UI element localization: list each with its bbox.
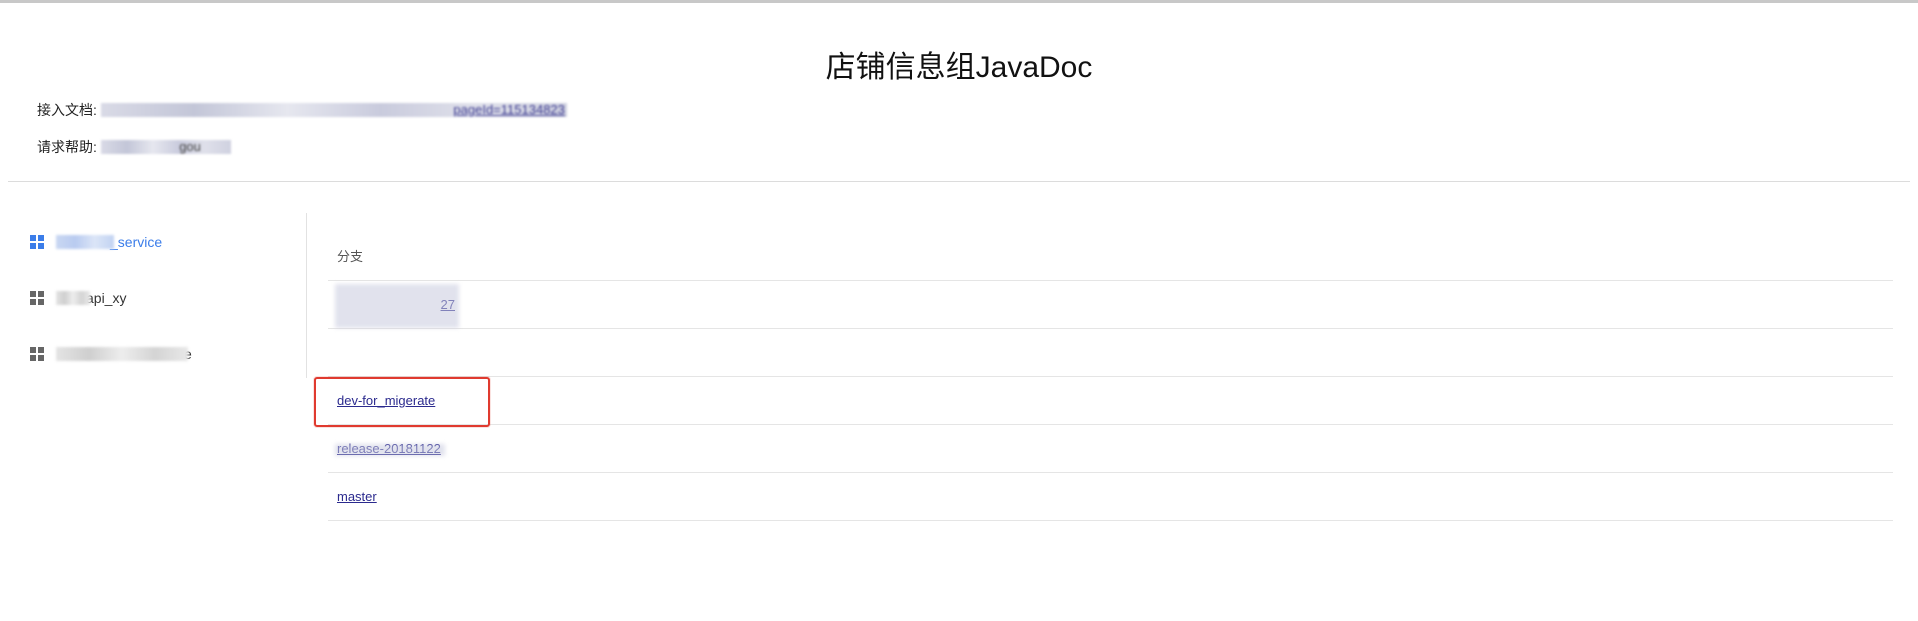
sidebar-item-service[interactable]: _service <box>30 234 162 250</box>
sidebar-item-redacted <box>56 291 90 305</box>
grid-icon <box>30 235 44 249</box>
sidebar-item-label: _service <box>110 234 163 250</box>
help-contact: gou <box>100 139 231 154</box>
help-contact-suffix: gou <box>179 139 201 154</box>
table-row: 27 <box>328 281 1893 329</box>
table-row: dev-for_migerate <box>328 377 1893 425</box>
branch-header: 分支 <box>328 233 1893 281</box>
branch-link[interactable]: release-20181122 <box>337 441 441 456</box>
window-top-border <box>0 0 1918 3</box>
table-row <box>328 329 1893 377</box>
branch-link-master[interactable]: master <box>337 489 377 504</box>
doc-label: 接入文档: <box>37 102 97 118</box>
grid-icon <box>30 291 44 305</box>
table-row: master <box>328 473 1893 521</box>
doc-link-suffix: pageId=115134823 <box>453 102 565 117</box>
doc-link[interactable]: pageId=115134823 <box>100 102 567 117</box>
branch-table: 分支 27 dev-for_migerate release-20181122 … <box>328 233 1893 521</box>
doc-info-row: 接入文档: pageId=115134823 <box>37 100 567 120</box>
sidebar-item-redacted <box>56 347 188 361</box>
page-title: 店铺信息组JavaDoc <box>825 51 1093 85</box>
header-divider <box>8 181 1910 182</box>
sidebar-item-redacted <box>56 235 114 249</box>
branch-link[interactable]: 27 <box>337 281 455 328</box>
sidebar-item-third[interactable]: e <box>30 346 192 362</box>
branch-link-dev-for-migerate[interactable]: dev-for_migerate <box>337 393 435 408</box>
grid-icon <box>30 347 44 361</box>
sidebar-item-api[interactable]: api_xy <box>30 290 126 306</box>
sidebar-item-label: api_xy <box>86 290 127 306</box>
table-row: release-20181122 <box>328 425 1893 473</box>
help-label: 请求帮助: <box>37 139 97 155</box>
sidebar-divider <box>306 213 307 378</box>
help-info-row: 请求帮助: gou <box>37 137 231 157</box>
